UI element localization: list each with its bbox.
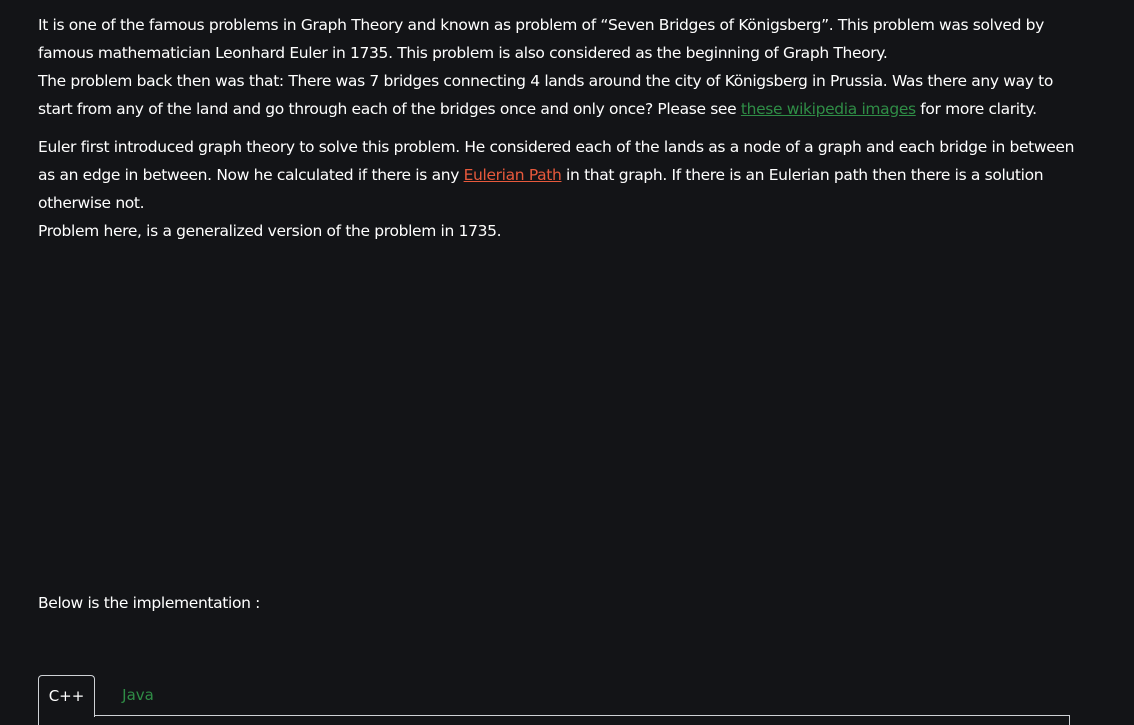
paragraph-generalized: Problem here, is a generalized version o… [38,222,502,240]
paragraph-problem-text-end: for more clarity. [915,100,1037,118]
article-body: It is one of the famous problems in Grap… [38,11,1078,245]
wikipedia-images-link[interactable]: these wikipedia images [741,100,916,118]
code-panel [38,715,1070,725]
tab-java[interactable]: Java [110,675,166,715]
eulerian-path-link[interactable]: Eulerian Path [464,166,562,184]
tab-cpp[interactable]: C++ [38,675,95,717]
paragraph-problem: The problem back then was that: There wa… [38,67,1078,123]
implementation-label: Below is the implementation : [38,594,261,612]
paragraph-intro: It is one of the famous problems in Grap… [38,16,1044,62]
paragraph-euler: Euler first introduced graph theory to s… [38,133,1078,217]
language-tabs: C++ Java [38,675,1070,725]
